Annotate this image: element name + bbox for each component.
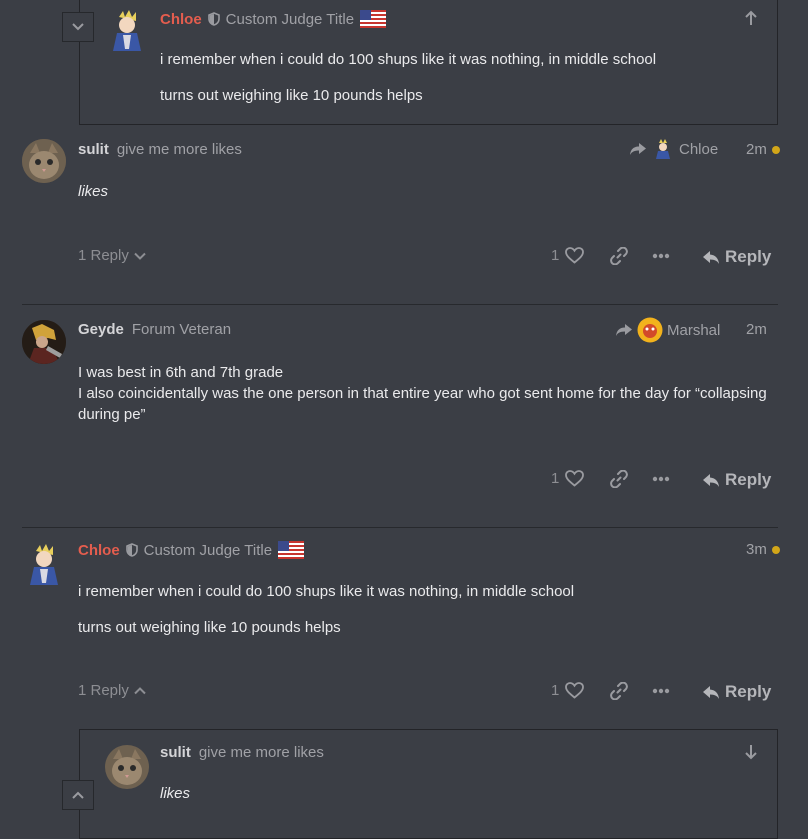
post-body: likes bbox=[78, 183, 109, 200]
reply-label: Reply bbox=[725, 470, 772, 489]
new-indicator-dot bbox=[771, 145, 780, 154]
like-button[interactable]: 1 bbox=[551, 470, 585, 487]
post-time[interactable]: 2m bbox=[746, 321, 767, 338]
post-body: likes bbox=[160, 785, 191, 802]
reply-arrow-icon bbox=[702, 250, 720, 265]
author-name[interactable]: sulit bbox=[160, 744, 191, 761]
reply-button[interactable]: Reply bbox=[702, 682, 771, 702]
reply-to-link[interactable]: Chloe bbox=[629, 139, 718, 159]
shield-icon bbox=[125, 543, 138, 557]
heart-icon bbox=[565, 682, 585, 699]
post-divider bbox=[22, 527, 778, 528]
share-arrow-icon bbox=[629, 142, 647, 156]
mini-avatar bbox=[653, 139, 673, 159]
link-icon[interactable] bbox=[610, 470, 628, 488]
author-name[interactable]: Chloe bbox=[160, 11, 202, 28]
reply-arrow-icon bbox=[702, 685, 720, 700]
more-options-icon[interactable] bbox=[652, 253, 670, 259]
us-flag-icon bbox=[278, 541, 305, 559]
chevron-up-icon bbox=[134, 686, 146, 695]
chevron-down-icon bbox=[134, 252, 146, 260]
scroll-up-arrow-icon[interactable] bbox=[744, 10, 758, 26]
like-count: 1 bbox=[551, 470, 560, 487]
user-title: Forum Veteran bbox=[131, 321, 232, 338]
shield-icon bbox=[207, 12, 220, 26]
post-time[interactable]: 2m bbox=[746, 141, 767, 158]
user-title: give me more likes bbox=[198, 744, 324, 761]
reply-to-name: Chloe bbox=[679, 140, 719, 158]
avatar[interactable] bbox=[105, 9, 149, 53]
avatar[interactable] bbox=[22, 139, 66, 183]
author-name[interactable]: Geyde bbox=[78, 321, 124, 338]
reply-button[interactable]: Reply bbox=[702, 247, 771, 267]
hide-replies-button[interactable]: 1 Reply bbox=[78, 682, 146, 699]
chevron-down-icon bbox=[71, 22, 85, 32]
more-options-icon[interactable] bbox=[652, 688, 670, 694]
collapse-parent-button[interactable] bbox=[62, 12, 94, 42]
post-body-line: i remember when i could do 100 shups lik… bbox=[78, 583, 575, 600]
like-count: 1 bbox=[551, 682, 560, 699]
share-arrow-icon bbox=[615, 323, 633, 337]
replies-count: 1 Reply bbox=[78, 247, 129, 264]
heart-icon bbox=[565, 470, 585, 487]
author-name[interactable]: Chloe bbox=[78, 542, 120, 559]
reply-label: Reply bbox=[725, 247, 772, 266]
chevron-up-icon bbox=[71, 790, 85, 800]
post-body-line: I also coincidentally was the one person… bbox=[78, 385, 767, 423]
post-time[interactable]: 3m bbox=[746, 541, 767, 558]
scroll-down-arrow-icon[interactable] bbox=[744, 744, 758, 760]
avatar[interactable] bbox=[22, 543, 66, 587]
reply-to-name: Marshal bbox=[667, 321, 721, 339]
show-replies-button[interactable]: 1 Reply bbox=[78, 247, 146, 264]
replies-count: 1 Reply bbox=[78, 682, 129, 699]
user-title: Custom Judge Title bbox=[225, 10, 355, 28]
quoted-text-line: turns out weighing like 10 pounds helps bbox=[160, 87, 423, 104]
reply-button[interactable]: Reply bbox=[702, 470, 771, 490]
post-body-line: turns out weighing like 10 pounds helps bbox=[78, 619, 341, 636]
post-body: I was best in 6th and 7th grade I also c… bbox=[78, 362, 778, 425]
like-button[interactable]: 1 bbox=[551, 247, 585, 264]
mini-avatar bbox=[637, 317, 663, 343]
user-title: Custom Judge Title bbox=[143, 541, 273, 559]
reply-to-link[interactable]: Marshal bbox=[615, 317, 720, 343]
quoted-text-line: i remember when i could do 100 shups lik… bbox=[160, 51, 657, 68]
us-flag-icon bbox=[360, 10, 387, 28]
collapse-replies-button[interactable] bbox=[62, 780, 94, 810]
like-count: 1 bbox=[551, 247, 560, 264]
avatar[interactable] bbox=[105, 745, 149, 789]
new-indicator-dot bbox=[771, 545, 780, 554]
more-options-icon[interactable] bbox=[652, 476, 670, 482]
reply-arrow-icon bbox=[702, 473, 720, 488]
avatar[interactable] bbox=[22, 320, 66, 364]
heart-icon bbox=[565, 247, 585, 264]
user-title: give me more likes bbox=[116, 141, 242, 158]
reply-label: Reply bbox=[725, 682, 772, 701]
post-divider bbox=[22, 304, 778, 305]
link-icon[interactable] bbox=[610, 682, 628, 700]
author-name[interactable]: sulit bbox=[78, 141, 109, 158]
link-icon[interactable] bbox=[610, 247, 628, 265]
like-button[interactable]: 1 bbox=[551, 682, 585, 699]
post-body-line: I was best in 6th and 7th grade bbox=[78, 364, 284, 381]
